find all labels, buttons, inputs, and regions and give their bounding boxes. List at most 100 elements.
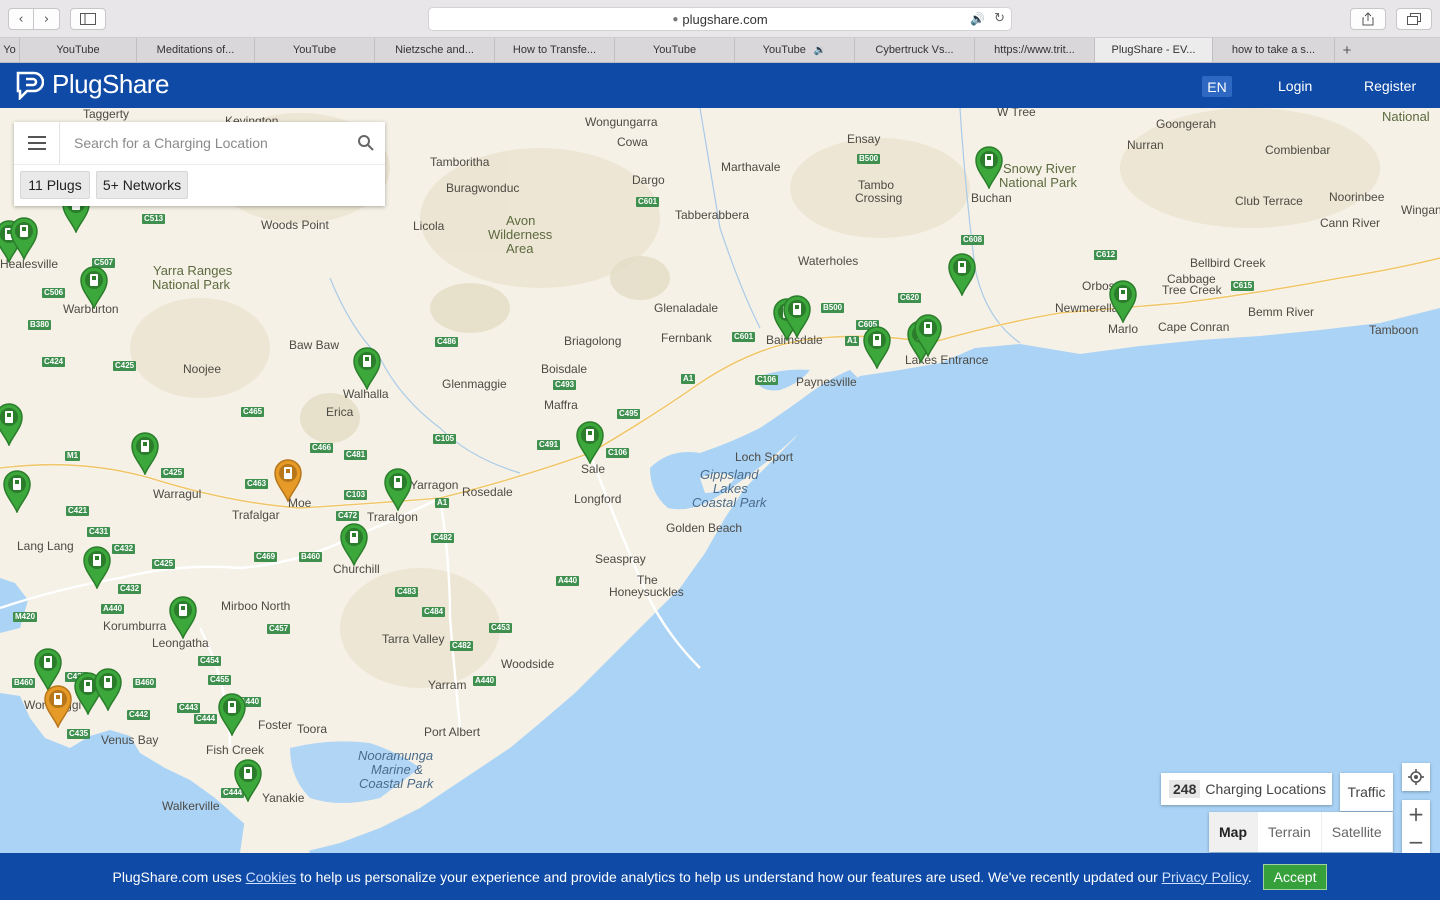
road-shield: C513 <box>142 214 166 224</box>
charging-station-marker[interactable] <box>0 402 24 446</box>
charging-station-marker[interactable] <box>217 692 247 736</box>
cookie-text-2: to help us personalize your experience a… <box>296 868 1162 885</box>
speaker-icon[interactable]: 🔉 <box>814 45 826 56</box>
charging-station-marker[interactable] <box>93 667 123 711</box>
charging-station-marker[interactable] <box>383 467 413 511</box>
charging-station-marker[interactable] <box>273 458 303 502</box>
menu-button[interactable] <box>14 122 60 164</box>
browser-tab[interactable]: how to take a s... <box>1213 38 1335 62</box>
place-label: Buchan <box>971 191 1012 205</box>
locate-me-button[interactable] <box>1402 763 1430 791</box>
road-shield: C453 <box>489 623 513 633</box>
browser-tab[interactable]: PlugShare - EV... <box>1095 38 1213 62</box>
divider <box>14 164 385 165</box>
place-label: Licola <box>413 219 445 233</box>
chevron-right-icon: › <box>43 11 50 27</box>
place-label: Coastal Park <box>359 776 434 791</box>
charging-station-marker[interactable] <box>168 595 198 639</box>
browser-tab[interactable]: How to Transfe... <box>495 38 615 62</box>
search-input[interactable] <box>74 132 344 154</box>
charging-station-marker[interactable] <box>43 684 73 728</box>
app-header: PlugShare EN Login Register <box>0 63 1440 108</box>
speaker-icon[interactable]: 🔊 <box>970 12 985 26</box>
charging-station-marker[interactable] <box>913 313 943 357</box>
charging-station-marker[interactable] <box>782 294 812 338</box>
address-bar[interactable]: ● plugshare.com 🔊 ↻ <box>428 7 1012 31</box>
place-label: Woodside <box>501 657 555 671</box>
browser-tab[interactable]: YouTube <box>255 38 375 62</box>
road-shield: B500 <box>821 303 845 313</box>
browser-tab-label: YouTube <box>652 44 697 56</box>
privacy-policy-link[interactable]: Privacy Policy <box>1162 869 1248 885</box>
forward-button[interactable]: › <box>34 8 60 30</box>
plugshare-logo-icon <box>16 71 44 100</box>
login-link[interactable]: Login <box>1278 78 1312 94</box>
brand-logo[interactable]: PlugShare <box>14 69 169 100</box>
place-label: Goongerah <box>1156 117 1217 131</box>
language-selector[interactable]: EN <box>1202 76 1232 97</box>
browser-tab-label: YouTube <box>762 44 806 56</box>
road-shield: C432 <box>112 544 136 554</box>
place-label: Seaspray <box>595 552 646 566</box>
browser-tab[interactable]: https://www.trit... <box>975 38 1095 62</box>
place-label: Noorinbee <box>1329 190 1385 204</box>
plugs-filter-button[interactable]: 11 Plugs <box>20 171 90 199</box>
register-link[interactable]: Register <box>1364 78 1416 94</box>
cookies-link[interactable]: Cookies <box>246 869 297 885</box>
accept-cookies-button[interactable]: Accept <box>1262 863 1328 890</box>
zoom-out-button[interactable]: − <box>1402 828 1430 856</box>
map-type-terrain-button[interactable]: Terrain <box>1258 812 1322 852</box>
charging-station-marker[interactable] <box>1108 279 1138 323</box>
charging-station-marker[interactable] <box>862 325 892 369</box>
charging-station-marker[interactable] <box>130 431 160 475</box>
new-tab-button[interactable]: + <box>1335 38 1359 62</box>
charging-station-marker[interactable] <box>575 420 605 464</box>
map-type-satellite-button[interactable]: Satellite <box>1322 812 1393 852</box>
reload-icon[interactable]: ↻ <box>994 11 1005 26</box>
charging-station-marker[interactable] <box>2 469 32 513</box>
tabs-icon <box>1407 13 1421 25</box>
charging-station-marker[interactable] <box>82 545 112 589</box>
road-shield: C469 <box>254 552 278 562</box>
search-icon[interactable] <box>357 134 375 152</box>
map-canvas[interactable]: C513 C507 C506 B380 C424 C425 C486 C601 B500 C608… <box>0 108 1440 853</box>
charging-station-marker[interactable] <box>947 252 977 296</box>
brand-name: PlugShare <box>52 69 169 99</box>
place-label: Wingan <box>1401 203 1440 217</box>
place-label: Noojee <box>183 362 222 376</box>
place-label: Traralgon <box>367 510 418 524</box>
place-label: Foster <box>258 718 293 732</box>
charging-station-marker[interactable] <box>233 758 263 802</box>
road-shield: A440 <box>101 604 125 614</box>
place-label: Nooramunga <box>358 748 434 763</box>
browser-tab[interactable]: Yo <box>0 38 20 62</box>
show-tabs-button[interactable] <box>1396 8 1432 30</box>
zoom-in-button[interactable]: + <box>1402 800 1430 828</box>
place-label: Cann River <box>1320 216 1381 230</box>
road-shield: C465 <box>241 407 265 417</box>
browser-tab[interactable]: YouTube 🔉 <box>735 38 855 62</box>
traffic-toggle-button[interactable]: Traffic <box>1340 773 1393 811</box>
place-label: Snowy River <box>1003 161 1076 176</box>
share-icon <box>1362 12 1374 26</box>
charging-station-marker[interactable] <box>339 522 369 566</box>
share-button[interactable] <box>1350 8 1386 30</box>
charging-station-marker[interactable] <box>974 145 1004 189</box>
place-label: Wilderness <box>488 227 553 242</box>
charging-station-marker[interactable] <box>9 216 39 260</box>
browser-tab[interactable]: Cybertruck Vs... <box>855 38 975 62</box>
charging-station-marker[interactable] <box>352 346 382 390</box>
browser-tab[interactable]: Nietzsche and... <box>375 38 495 62</box>
browser-tab[interactable]: YouTube <box>20 38 137 62</box>
map-type-map-button[interactable]: Map <box>1209 812 1258 852</box>
sidebar-toggle-button[interactable] <box>70 8 106 30</box>
road-shield: C620 <box>898 293 922 303</box>
back-button[interactable]: ‹ <box>8 8 34 30</box>
charging-station-marker[interactable] <box>79 265 109 309</box>
networks-filter-button[interactable]: 5+ Networks <box>96 171 188 199</box>
browser-tab[interactable]: Meditations of... <box>137 38 255 62</box>
map-type-selector: Map Terrain Satellite <box>1209 812 1393 852</box>
place-label: Fish Creek <box>206 743 265 757</box>
place-label: National Park <box>999 175 1078 190</box>
browser-tab[interactable]: YouTube <box>615 38 735 62</box>
